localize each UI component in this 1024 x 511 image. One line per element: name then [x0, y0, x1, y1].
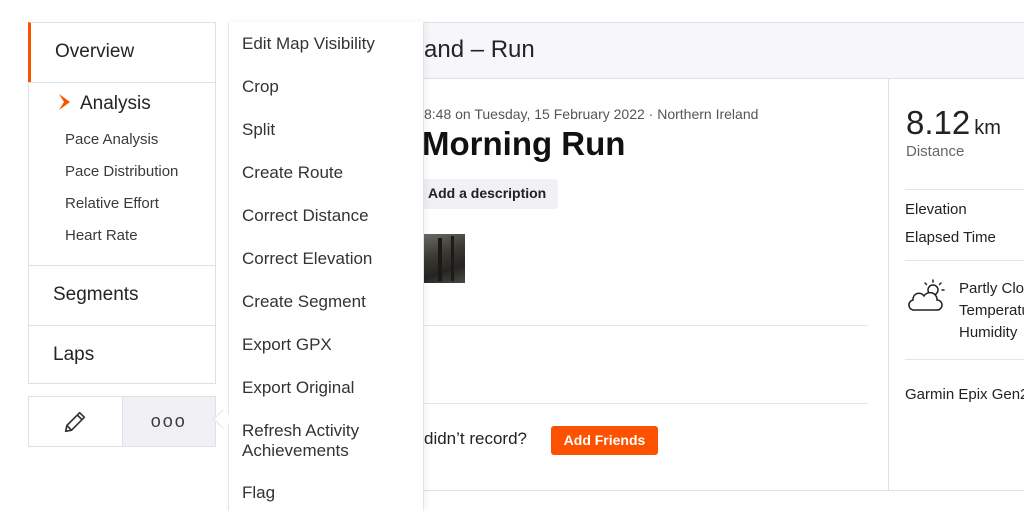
menu-item-correct-elevation[interactable]: Correct Elevation — [242, 249, 372, 269]
menu-item-create-segment[interactable]: Create Segment — [242, 292, 366, 312]
divider — [424, 325, 868, 326]
weather-temperature-label: Temperatu — [959, 302, 1024, 319]
sidebar-item-analysis-label: Analysis — [80, 93, 151, 114]
sidebar-analysis-group: Analysis Pace Analysis Pace Distribution… — [28, 82, 216, 265]
weather-humidity-label: Humidity — [959, 324, 1018, 341]
activity-photo-thumbnail[interactable] — [424, 234, 465, 283]
sidebar-item-segments[interactable]: Segments — [28, 265, 216, 325]
divider — [905, 189, 1024, 190]
menu-item-export-gpx[interactable]: Export GPX — [242, 335, 332, 355]
divider — [905, 359, 1024, 360]
divider — [424, 403, 868, 404]
stats-panel: 8.12 km Distance Elevation Elapsed Time P… — [888, 79, 1024, 491]
activity-meta: 8:48 on Tuesday, 15 February 2022 · Nort… — [424, 106, 759, 122]
edit-activity-button[interactable] — [29, 397, 123, 446]
menu-item-label-line1: Refresh Activity — [242, 421, 360, 440]
more-dots-icon: ooo — [150, 411, 187, 431]
sidebar-item-pace-distribution[interactable]: Pace Distribution — [65, 162, 178, 194]
device-name: Garmin Epix Gen2 — [905, 386, 1024, 403]
menu-item-label-line2: Achievements — [242, 441, 349, 460]
page-title: and – Run — [424, 36, 535, 63]
more-actions-button[interactable]: ooo — [122, 397, 215, 446]
divider — [905, 260, 1024, 261]
sidebar-item-heart-rate[interactable]: Heart Rate — [65, 226, 178, 258]
menu-item-create-route[interactable]: Create Route — [242, 163, 343, 183]
sidebar-item-relative-effort[interactable]: Relative Effort — [65, 194, 178, 226]
menu-item-refresh-activity-achievements[interactable]: Refresh Activity Achievements — [242, 421, 359, 461]
record-question-text: didn’t record? — [424, 429, 528, 448]
sidebar-item-analysis[interactable]: Analysis — [59, 93, 151, 115]
chevron-right-icon — [59, 94, 70, 110]
distance-value: 8.12 km — [906, 104, 1001, 142]
sidebar-item-segments-label: Segments — [53, 284, 139, 305]
elevation-label: Elevation — [905, 201, 967, 218]
sidebar-item-pace-analysis[interactable]: Pace Analysis — [65, 130, 178, 162]
add-friends-button[interactable]: Add Friends — [551, 426, 658, 455]
sidebar-item-laps-label: Laps — [53, 344, 95, 365]
weather-details: Partly Clou Temperatu Humidity — [959, 278, 1024, 344]
distance-label: Distance — [906, 143, 965, 160]
activity-title: Morning Run — [422, 125, 626, 162]
distance-unit: km — [974, 117, 1001, 139]
pencil-icon — [65, 411, 86, 432]
menu-item-crop[interactable]: Crop — [242, 77, 279, 97]
sidebar-item-overview-label: Overview — [55, 41, 135, 62]
activity-sidebar: Overview Analysis Pace Analysis Pace Dis… — [28, 22, 216, 384]
distance-number: 8.12 — [906, 104, 971, 141]
menu-item-correct-distance[interactable]: Correct Distance — [242, 206, 369, 226]
menu-item-flag[interactable]: Flag — [242, 483, 275, 503]
sidebar-item-laps[interactable]: Laps — [28, 325, 216, 384]
partly-cloudy-icon — [908, 279, 945, 311]
menu-item-split[interactable]: Split — [242, 120, 275, 140]
menu-item-export-original[interactable]: Export Original — [242, 378, 354, 398]
elapsed-time-label: Elapsed Time — [905, 229, 996, 246]
menu-item-edit-map-visibility[interactable]: Edit Map Visibility — [242, 34, 375, 54]
sidebar-item-overview[interactable]: Overview — [28, 22, 216, 82]
sidebar-actions: ooo — [28, 396, 216, 447]
weather-condition: Partly Clou — [959, 280, 1024, 297]
add-description-button[interactable]: Add a description — [422, 179, 559, 209]
analysis-subnav: Pace Analysis Pace Distribution Relative… — [65, 130, 178, 258]
more-actions-menu: Edit Map Visibility Crop Split Create Ro… — [228, 22, 424, 511]
